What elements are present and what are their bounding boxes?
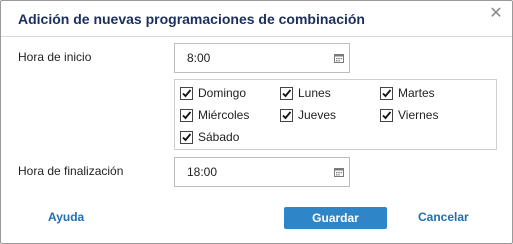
close-icon[interactable]: ✕ bbox=[489, 6, 503, 22]
day-checkbox-sabado[interactable]: Sábado bbox=[180, 129, 239, 145]
checkmark-icon bbox=[282, 88, 292, 97]
day-label: Martes bbox=[398, 86, 435, 100]
checkmark-icon bbox=[282, 110, 292, 119]
day-label: Miércoles bbox=[198, 108, 250, 122]
checkbox[interactable] bbox=[180, 108, 193, 122]
start-time-label: Hora de inicio bbox=[18, 50, 92, 64]
day-label: Sábado bbox=[198, 130, 240, 144]
checkbox[interactable] bbox=[280, 86, 293, 100]
calendar-icon[interactable] bbox=[334, 167, 344, 177]
end-time-field[interactable] bbox=[174, 157, 350, 187]
checkbox[interactable] bbox=[180, 130, 193, 144]
dialog-titlebar: Adición de nuevas programaciones de comb… bbox=[1, 1, 512, 37]
day-label: Lunes bbox=[298, 86, 331, 100]
checkmark-icon bbox=[182, 110, 192, 119]
day-label: Viernes bbox=[398, 108, 439, 122]
checkbox[interactable] bbox=[380, 108, 393, 122]
days-of-week-group: Domingo Lunes Martes Miércoles Jueves Vi… bbox=[174, 79, 497, 150]
dialog-title: Adición de nuevas programaciones de comb… bbox=[18, 11, 365, 27]
day-label: Domingo bbox=[198, 86, 247, 100]
day-checkbox-miercoles[interactable]: Miércoles bbox=[180, 107, 249, 123]
day-checkbox-lunes[interactable]: Lunes bbox=[280, 85, 331, 101]
checkbox[interactable] bbox=[180, 86, 193, 100]
checkmark-icon bbox=[182, 132, 192, 141]
checkmark-icon bbox=[382, 88, 392, 97]
checkmark-icon bbox=[182, 88, 192, 97]
day-checkbox-domingo[interactable]: Domingo bbox=[180, 85, 246, 101]
day-checkbox-jueves[interactable]: Jueves bbox=[280, 107, 336, 123]
checkmark-icon bbox=[382, 110, 392, 119]
calendar-icon[interactable] bbox=[334, 53, 344, 63]
day-checkbox-viernes[interactable]: Viernes bbox=[380, 107, 438, 123]
start-time-input[interactable] bbox=[175, 44, 325, 72]
start-time-field[interactable] bbox=[174, 43, 350, 73]
day-label: Jueves bbox=[298, 108, 337, 122]
add-merge-schedule-dialog: Adición de nuevas programaciones de comb… bbox=[0, 0, 513, 244]
checkbox[interactable] bbox=[380, 86, 393, 100]
help-button[interactable]: Ayuda bbox=[48, 210, 84, 224]
save-button[interactable]: Guardar bbox=[284, 207, 387, 229]
end-time-label: Hora de finalización bbox=[18, 164, 124, 178]
cancel-button[interactable]: Cancelar bbox=[418, 210, 469, 224]
end-time-input[interactable] bbox=[175, 158, 325, 186]
checkbox[interactable] bbox=[280, 108, 293, 122]
day-checkbox-martes[interactable]: Martes bbox=[380, 85, 435, 101]
